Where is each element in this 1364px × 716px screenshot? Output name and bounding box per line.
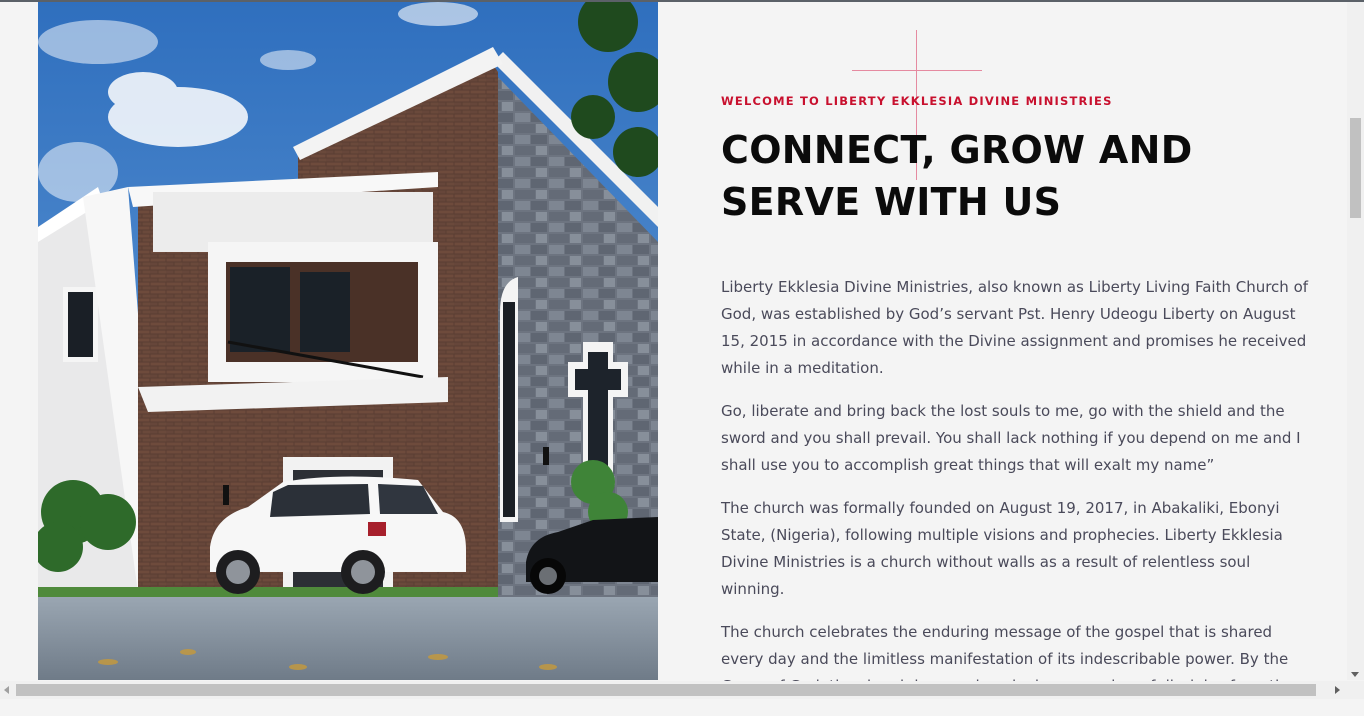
scroll-left-arrow-icon[interactable] (4, 686, 9, 694)
scroll-down-arrow-icon[interactable] (1351, 672, 1359, 677)
vertical-scrollbar-thumb[interactable] (1350, 118, 1361, 218)
horizontal-scrollbar-thumb[interactable] (16, 684, 1316, 696)
about-paragraph-3: The church was formally founded on Augus… (721, 499, 1283, 598)
about-body: Liberty Ekklesia Divine Ministries, also… (721, 274, 1311, 716)
welcome-eyebrow: WELCOME TO LIBERTY EKKLESIA DIVINE MINIS… (721, 94, 1113, 108)
horizontal-scrollbar[interactable] (0, 681, 1364, 699)
about-paragraph-2: Go, liberate and bring back the lost sou… (721, 402, 1301, 474)
decorative-cross-horizontal (852, 70, 982, 71)
church-building-image (38, 2, 658, 680)
scroll-right-arrow-icon[interactable] (1335, 686, 1340, 694)
about-paragraph-1: Liberty Ekklesia Divine Ministries, also… (721, 278, 1309, 377)
page-headline: CONNECT, GROW AND SERVE WITH US (721, 128, 1193, 224)
vertical-scrollbar[interactable] (1347, 2, 1364, 680)
